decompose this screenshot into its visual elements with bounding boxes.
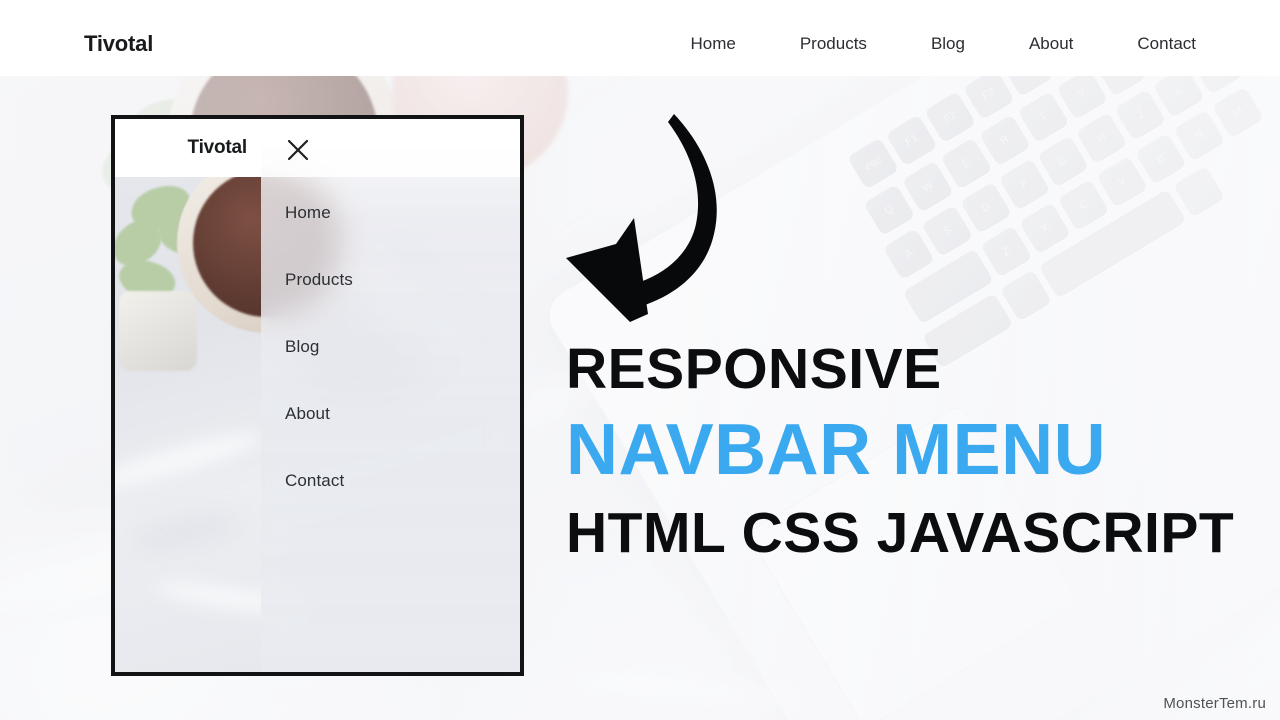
mockup-site-logo[interactable]: Tivotal	[188, 137, 248, 159]
drawer-link-about[interactable]: About	[285, 404, 505, 424]
headline-line-1: RESPONSIVE	[566, 337, 942, 401]
close-x-icon[interactable]	[285, 137, 311, 163]
nav-link-contact[interactable]: Contact	[1137, 34, 1196, 54]
nav-link-blog[interactable]: Blog	[931, 34, 965, 54]
headline-line-3: HTML CSS JAVASCRIPT	[566, 500, 1235, 565]
headline-line-2: NAVBAR MENU	[566, 409, 1107, 490]
headline-block: RESPONSIVE NAVBAR MENU HTML CSS JAVASCRI…	[566, 337, 1235, 565]
nav-link-about[interactable]: About	[1029, 34, 1073, 54]
drawer-link-products[interactable]: Products	[285, 270, 505, 290]
nav-link-home[interactable]: Home	[690, 34, 735, 54]
mockup-header-bar: Tivotal	[115, 119, 261, 177]
watermark: MonsterTem.ru	[1163, 695, 1266, 712]
drawer-menu-links: Home Products Blog About Contact	[285, 203, 505, 491]
mobile-drawer-panel: Home Products Blog About Contact	[261, 119, 520, 672]
top-nav-links: Home Products Blog About Contact	[690, 34, 1196, 54]
curved-arrow-down-left-icon	[556, 108, 742, 328]
drawer-link-blog[interactable]: Blog	[285, 337, 505, 357]
site-logo[interactable]: Tivotal	[84, 31, 153, 57]
top-navbar: Tivotal Home Products Blog About Contact	[0, 0, 1280, 76]
drawer-link-contact[interactable]: Contact	[285, 471, 505, 491]
mockup-plant-pot	[119, 291, 197, 371]
nav-link-products[interactable]: Products	[800, 34, 867, 54]
drawer-link-home[interactable]: Home	[285, 203, 505, 223]
mobile-preview-frame: Tivotal Home Products Blog About Contact	[111, 115, 524, 676]
